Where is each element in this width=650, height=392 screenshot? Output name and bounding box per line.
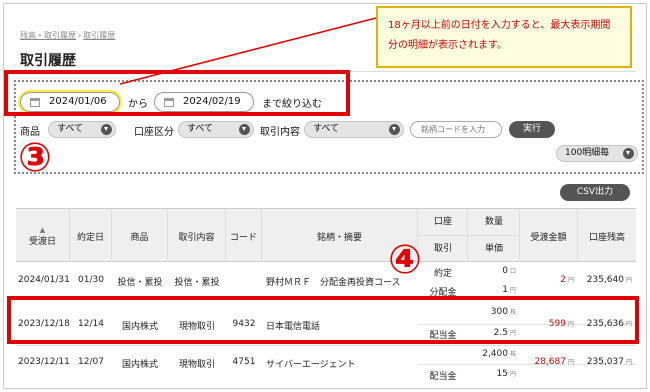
tooltip-callout: 18ヶ月以上前の日付を入力すると、最大表示期間分の明細が表示されます。 bbox=[376, 6, 632, 68]
